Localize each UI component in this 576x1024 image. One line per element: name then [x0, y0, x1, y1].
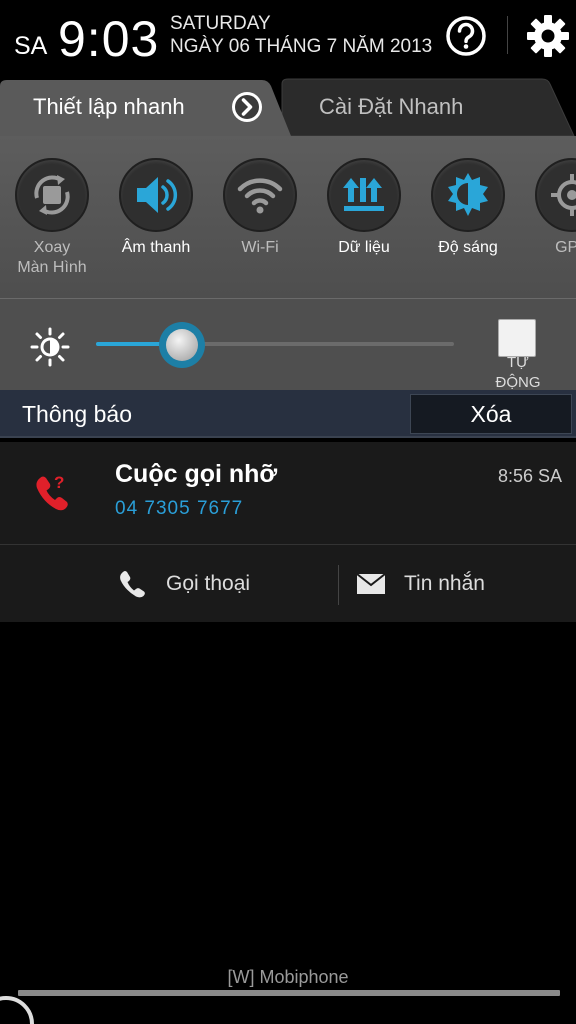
ampm-label: SA	[14, 32, 48, 60]
notifications-title: Thông báo	[22, 401, 132, 427]
rotate-icon	[34, 175, 70, 215]
qs-toggle-sound[interactable]: Âm thanh	[104, 158, 208, 258]
tab-inactive-label: Cài Đặt Nhanh	[319, 94, 464, 119]
caller-number: 04 7305 7677	[115, 498, 244, 519]
svg-text:?: ?	[54, 473, 64, 492]
clock-time: 9:03	[58, 11, 160, 67]
date-label: NGÀY 06 THÁNG 7 NĂM 2013	[170, 36, 433, 57]
tab-thiet-lap-nhanh[interactable]: Thiết lập nhanh	[0, 78, 291, 136]
qs-label-line1: Wi-Fi	[241, 239, 279, 256]
auto-brightness-checkbox[interactable]	[498, 319, 536, 357]
corner-ring-icon	[0, 996, 34, 1024]
missed-call-icon: ?	[36, 473, 68, 511]
notifications-header: Thông báo Xóa	[0, 390, 576, 438]
wifi-icon	[237, 178, 283, 214]
auto-brightness-label: TỰ ĐỘNG	[495, 354, 541, 390]
qs-label-line1: Âm thanh	[121, 239, 191, 256]
settings-gear-icon[interactable]	[524, 12, 572, 60]
drag-handle-bar[interactable]	[18, 990, 560, 996]
day-label: SATURDAY	[170, 13, 271, 34]
message-label: Tin nhắn	[404, 572, 485, 595]
brightness-icon	[448, 173, 488, 216]
qs-toggle-wifi[interactable]: Wi-Fi	[208, 158, 312, 258]
missed-call-notification[interactable]: ? Cuộc gọi nhỡ 04 7305 7677 8:56 SA	[0, 442, 576, 544]
notification-title: Cuộc gọi nhỡ	[115, 460, 278, 488]
sound-icon	[137, 177, 178, 213]
clear-button[interactable]: Xóa	[410, 394, 572, 434]
envelope-icon	[356, 573, 386, 594]
qs-toggle-rotate[interactable]: Xoay Màn Hình	[0, 158, 104, 278]
call-back-label: Gọi thoại	[166, 572, 251, 595]
qs-label-line1: Độ sáng	[438, 239, 498, 256]
sun-icon	[30, 327, 70, 367]
brightness-panel: TỰ ĐỘNG	[0, 298, 576, 390]
gps-icon	[551, 174, 576, 216]
actions-divider	[338, 565, 339, 605]
notification-time: 8:56 SA	[497, 466, 562, 486]
phone-icon	[120, 571, 145, 598]
quick-settings-panel: Xoay Màn Hình Âm thanh Wi-Fi Dữ liệu Độ …	[0, 136, 576, 298]
qs-label-line2: Màn Hình	[17, 259, 87, 276]
qs-toggle-gps[interactable]: GPS	[520, 158, 576, 258]
data-icon	[343, 178, 384, 211]
tab-bar: Cài Đặt Nhanh Thiết lập nhanh	[0, 78, 576, 136]
qs-toggle-brightness[interactable]: Độ sáng	[416, 158, 520, 258]
carrier-label: [W] Mobiphone	[227, 967, 349, 987]
tab-active-label: Thiết lập nhanh	[33, 94, 185, 119]
tab-cai-dat-nhanh[interactable]: Cài Đặt Nhanh	[280, 78, 576, 136]
chevron-right-icon[interactable]	[230, 90, 264, 124]
qs-label-line1: Dữ liệu	[338, 239, 390, 256]
notification-actions: Gọi thoại Tin nhắn	[0, 544, 576, 622]
help-icon[interactable]	[444, 14, 488, 58]
qs-label-line1: Xoay	[33, 239, 71, 256]
brightness-slider-track[interactable]	[96, 342, 454, 346]
qs-toggle-data[interactable]: Dữ liệu	[312, 158, 416, 258]
brightness-slider-knob[interactable]	[158, 322, 205, 368]
header-divider	[507, 16, 508, 54]
qs-label-line1: GPS	[555, 239, 576, 256]
status-header: SA 9:03 SATURDAY NGÀY 06 THÁNG 7 NĂM 201…	[0, 0, 576, 78]
